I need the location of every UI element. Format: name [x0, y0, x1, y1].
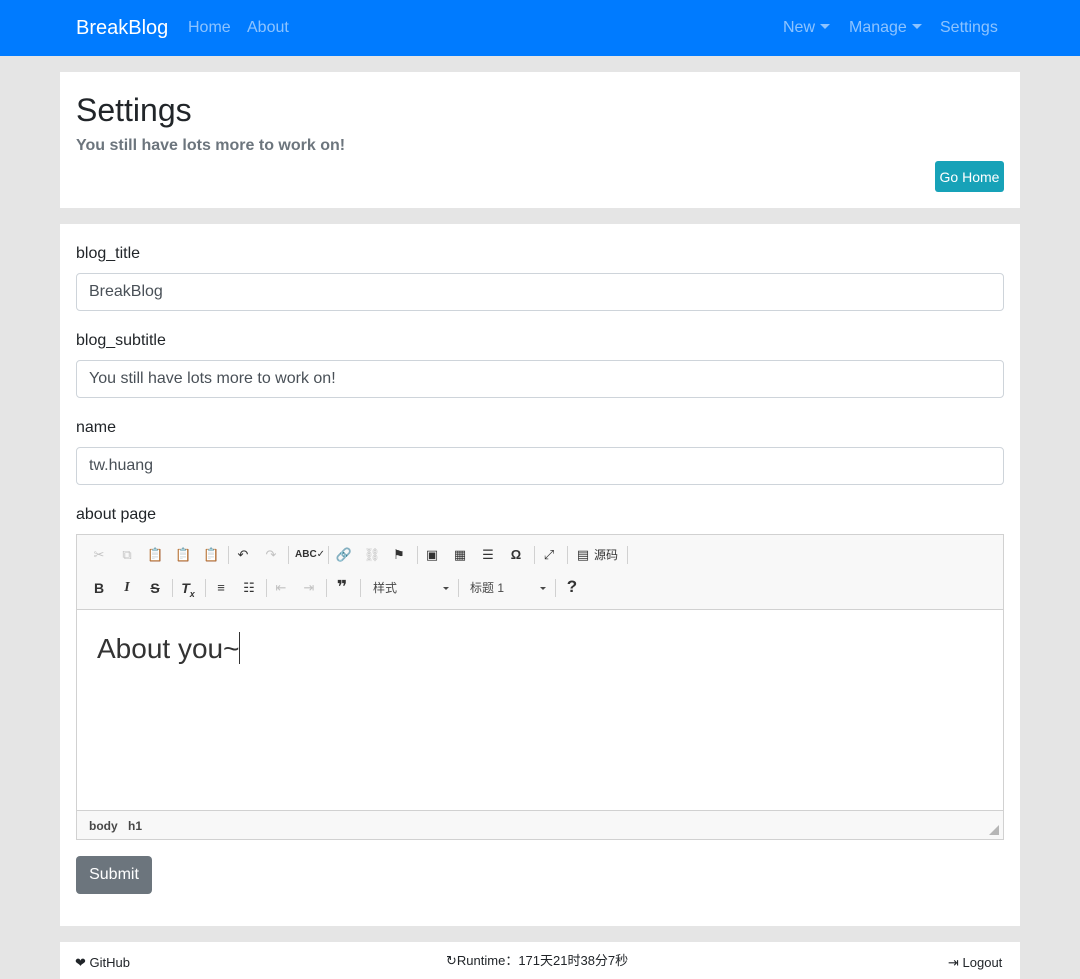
github-label: GitHub [89, 955, 130, 970]
runtime-text: Runtime：171天21时38分7秒 [456, 953, 629, 968]
copy-icon[interactable]: ⧉ [119, 547, 135, 563]
editor-toolbar: ✂ ⧉ 📋 📋 📋 ↶ ↷ ABC✓ 🔗 ⛓ ⚑ ▣ ▦ ☰ Ω ⤢ ▤ 源码 [77, 535, 1003, 610]
nav-link-home[interactable]: Home [188, 18, 231, 38]
nav-link-settings[interactable]: Settings [940, 18, 998, 38]
submit-button[interactable]: Submit [76, 856, 152, 894]
toolbar-separator [555, 579, 556, 597]
path-element-h1[interactable]: h1 [128, 818, 142, 834]
navbar-brand[interactable]: BreakBlog [76, 16, 168, 40]
maximize-icon[interactable]: ⤢ [541, 547, 557, 563]
toolbar-separator [328, 546, 329, 564]
bulleted-list-icon[interactable]: ☷ [241, 580, 257, 596]
blockquote-icon[interactable]: ❞ [333, 578, 351, 596]
editor-heading-text: About you~ [97, 633, 240, 664]
anchor-flag-icon[interactable]: ⚑ [391, 547, 407, 563]
toolbar-separator [172, 579, 173, 597]
navbar: BreakBlog Home About New Manage Settings [0, 0, 1080, 56]
resize-grip-icon[interactable] [989, 825, 999, 835]
paste-text-icon[interactable]: 📋 [175, 547, 191, 563]
nav-dropdown-manage[interactable]: Manage [849, 18, 922, 38]
redo-icon[interactable]: ↷ [263, 547, 279, 563]
heart-icon: ❤ [75, 955, 86, 970]
about-page-label: about page [76, 506, 157, 523]
chevron-down-icon [540, 587, 546, 590]
name-label: name [76, 419, 117, 436]
special-char-omega-icon[interactable]: Ω [508, 547, 524, 563]
blog-title-label: blog_title [76, 245, 141, 262]
bold-icon[interactable]: B [91, 580, 107, 596]
footer: ❤ GitHub ↻Runtime：171天21时38分7秒 ⇥ Logout [60, 942, 1020, 979]
source-icon[interactable]: ▤ [575, 547, 591, 563]
toolbar-separator [266, 579, 267, 597]
paste-word-icon[interactable]: 📋 [203, 547, 219, 563]
go-home-button[interactable]: Go Home [935, 161, 1004, 192]
logout-icon: ⇥ [948, 955, 959, 970]
spellcheck-icon[interactable]: ABC✓ [295, 547, 325, 563]
source-button-label[interactable]: 源码 [594, 547, 618, 563]
text-cursor [239, 632, 241, 664]
cut-icon[interactable]: ✂ [91, 547, 107, 563]
help-icon[interactable]: ? [564, 578, 580, 595]
blog-subtitle-input[interactable] [76, 360, 1004, 398]
toolbar-separator [228, 546, 229, 564]
header-card: Settings You still have lots more to wor… [60, 72, 1020, 208]
numbered-list-icon[interactable]: ≡ [213, 580, 229, 596]
horizontal-rule-icon[interactable]: ☰ [480, 547, 496, 563]
nav-dropdown-manage-label: Manage [849, 19, 907, 36]
toolbar-separator [458, 579, 459, 597]
undo-icon[interactable]: ↶ [235, 547, 251, 563]
toolbar-separator [360, 579, 361, 597]
path-element-body[interactable]: body [89, 818, 118, 834]
toolbar-separator [534, 546, 535, 564]
styles-dropdown-label: 样式 [373, 581, 398, 595]
format-dropdown-label: 标题 1 [470, 581, 505, 595]
nav-dropdown-new-label: New [783, 19, 816, 36]
nav-dropdown-new[interactable]: New [783, 18, 831, 38]
toolbar-separator [417, 546, 418, 564]
blog-subtitle-label: blog_subtitle [76, 332, 166, 349]
unlink-icon[interactable]: ⛓ [363, 547, 381, 563]
page-subtitle: You still have lots more to work on! [76, 137, 346, 154]
caret-down-icon [911, 24, 922, 29]
blog-title-input[interactable] [76, 273, 1004, 311]
table-icon[interactable]: ▦ [452, 547, 468, 563]
toolbar-separator [627, 546, 628, 564]
toolbar-separator [205, 579, 206, 597]
toolbar-separator [326, 579, 327, 597]
runtime-status: ↻Runtime：171天21时38分7秒 [446, 953, 628, 969]
remove-format-icon[interactable]: Tx [179, 580, 197, 602]
outdent-icon[interactable]: ⇤ [273, 580, 289, 596]
nav-link-about[interactable]: About [247, 18, 289, 38]
name-input[interactable] [76, 447, 1004, 485]
toolbar-separator [288, 546, 289, 564]
refresh-icon: ↻ [446, 953, 457, 968]
rich-text-editor: ✂ ⧉ 📋 📋 📋 ↶ ↷ ABC✓ 🔗 ⛓ ⚑ ▣ ▦ ☰ Ω ⤢ ▤ 源码 [76, 534, 1004, 840]
editor-heading: About you~ [97, 632, 241, 665]
indent-icon[interactable]: ⇥ [301, 580, 317, 596]
image-icon[interactable]: ▣ [424, 547, 440, 563]
page-title: Settings [76, 92, 192, 128]
link-icon[interactable]: 🔗 [335, 547, 353, 563]
chevron-down-icon [443, 587, 449, 590]
settings-form-card: blog_title blog_subtitle name about page… [60, 224, 1020, 926]
caret-down-icon [820, 24, 831, 29]
logout-link[interactable]: ⇥ Logout [948, 955, 1002, 971]
strikethrough-icon[interactable]: S [147, 580, 163, 596]
toolbar-separator [567, 546, 568, 564]
github-link[interactable]: ❤ GitHub [75, 955, 130, 971]
editor-content-area[interactable]: About you~ [77, 611, 1003, 810]
logout-label: Logout [962, 955, 1003, 970]
paste-icon[interactable]: 📋 [147, 547, 163, 563]
italic-icon[interactable]: I [119, 580, 135, 596]
editor-element-path: body h1 [77, 810, 1003, 839]
